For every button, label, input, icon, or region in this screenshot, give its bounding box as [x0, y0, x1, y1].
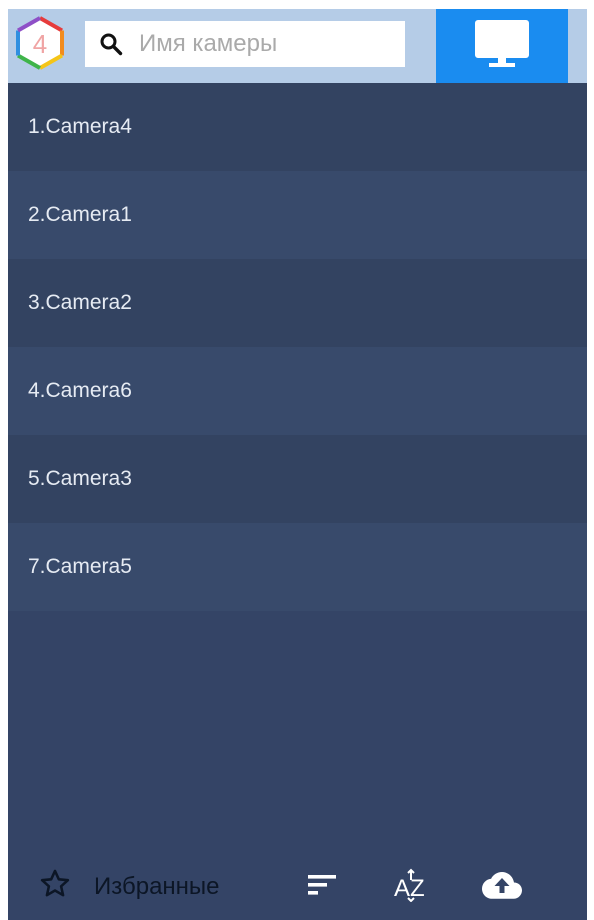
camera-label: 3.Camera2 [28, 291, 132, 314]
search-input[interactable] [139, 24, 379, 64]
sort-az-icon: A Z [393, 868, 429, 907]
footer-toolbar: Избранные A Z [8, 855, 587, 920]
camera-label: 2.Camera1 [28, 203, 132, 226]
camera-list: 1.Camera4 2.Camera1 3.Camera2 4.Camera6 … [8, 83, 587, 611]
sort-az-button[interactable]: A Z [393, 868, 429, 907]
camera-list-item[interactable]: 5.Camera3 [8, 435, 587, 523]
sort-button[interactable] [304, 869, 340, 905]
app-window: 4 1.Camera4 2. [8, 9, 587, 920]
monitor-view-button[interactable] [436, 9, 568, 83]
camera-list-item[interactable]: 7.Camera5 [8, 523, 587, 611]
sort-icon [306, 872, 338, 903]
camera-list-item[interactable]: 3.Camera2 [8, 259, 587, 347]
camera-list-item[interactable]: 1.Camera4 [8, 83, 587, 171]
cloud-upload-icon [481, 870, 523, 905]
star-outline-icon [38, 867, 72, 906]
search-icon [97, 30, 125, 58]
svg-text:A: A [394, 875, 410, 902]
app-logo: 4 [13, 16, 67, 70]
camera-label: 4.Camera6 [28, 379, 132, 402]
logo-digit: 4 [33, 29, 47, 59]
monitor-icon [473, 18, 531, 75]
favorites-label: Избранные [94, 872, 220, 900]
svg-text:Z: Z [410, 875, 425, 902]
camera-list-item[interactable]: 4.Camera6 [8, 347, 587, 435]
favorites-button[interactable]: Избранные [38, 867, 220, 906]
upload-button[interactable] [480, 869, 524, 905]
camera-list-item[interactable]: 2.Camera1 [8, 171, 587, 259]
camera-label: 1.Camera4 [28, 115, 132, 138]
search-box[interactable] [85, 21, 405, 67]
camera-label: 5.Camera3 [28, 467, 132, 490]
header-bar: 4 [8, 9, 587, 83]
camera-label: 7.Camera5 [28, 555, 132, 578]
